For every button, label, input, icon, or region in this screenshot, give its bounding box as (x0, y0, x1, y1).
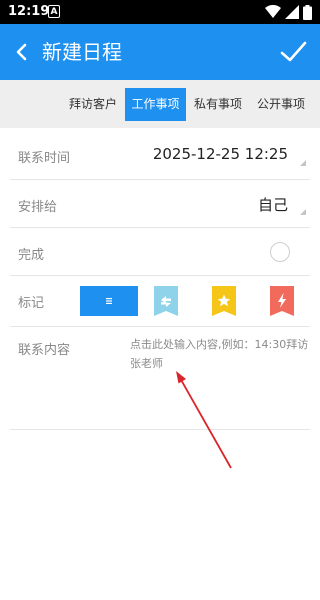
contact-time-row[interactable]: 联系时间 2025-12-25 12:25 (10, 130, 310, 180)
mark-option-cyan[interactable] (154, 286, 178, 316)
signal-icon (285, 5, 299, 19)
swap-icon (154, 286, 178, 316)
content-label: 联系内容 (18, 343, 71, 358)
assign-to-value[interactable]: 自己 (258, 194, 288, 215)
lightning-icon (270, 286, 294, 316)
contact-time-value[interactable]: 2025-12-25 12:25 (153, 145, 288, 163)
battery-icon (303, 4, 312, 20)
assign-to-label: 安排给 (18, 200, 58, 215)
status-bar: 12:19 A (0, 0, 320, 24)
content-row[interactable]: 联系内容 点击此处输入内容,例如：14:30拜访张老师 (10, 327, 310, 430)
tab-bar: 拜访客户 工作事项 私有事项 公开事项 (0, 80, 320, 128)
done-radio[interactable] (270, 242, 290, 262)
mark-label: 标记 (18, 296, 45, 311)
system-icons (265, 3, 312, 21)
content-input[interactable]: 点击此处输入内容,例如：14:30拜访张老师 (130, 335, 315, 373)
contact-time-label: 联系时间 (18, 151, 71, 166)
done-label: 完成 (18, 248, 45, 263)
mark-option-red[interactable] (270, 286, 294, 316)
done-row: 完成 (10, 228, 310, 276)
check-icon[interactable] (278, 37, 308, 67)
star-icon (212, 286, 236, 316)
mark-option-blue[interactable] (80, 286, 138, 316)
assign-to-row[interactable]: 安排给 自己 (10, 180, 310, 228)
tab-visit-client[interactable]: 拜访客户 (65, 88, 121, 121)
mark-row: 标记 (10, 276, 310, 327)
list-icon (105, 297, 113, 305)
notification-badge: A (48, 5, 60, 18)
page-title: 新建日程 (42, 40, 122, 64)
app-bar: 新建日程 (0, 24, 320, 80)
arrow-left-icon[interactable] (8, 38, 36, 66)
dropdown-corner-icon (300, 209, 306, 215)
wifi-icon (265, 5, 281, 19)
dropdown-corner-icon (300, 160, 306, 166)
tab-private-item[interactable]: 私有事项 (190, 88, 246, 121)
tab-public-item[interactable]: 公开事项 (253, 88, 309, 121)
tab-work-item[interactable]: 工作事项 (125, 88, 186, 121)
mark-option-yellow[interactable] (212, 286, 236, 316)
status-time: 12:19 (8, 4, 50, 19)
